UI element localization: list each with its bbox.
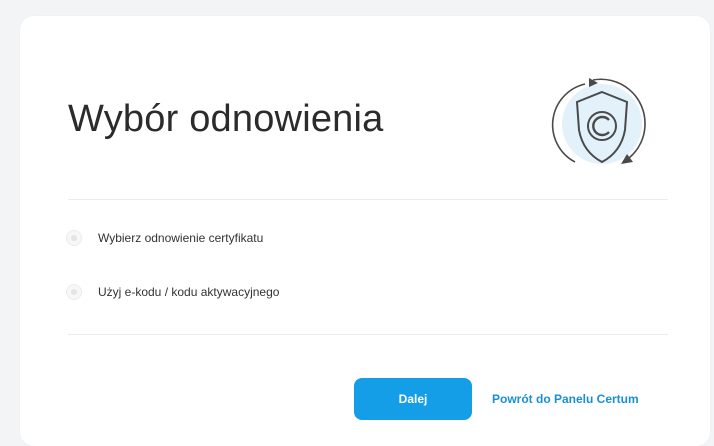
option-renew-certificate[interactable]: Wybierz odnowienie certyfikatu [66, 230, 263, 246]
option-label: Wybierz odnowienie certyfikatu [98, 231, 264, 245]
back-to-panel-link[interactable]: Powrót do Panelu Certum [492, 392, 639, 406]
radio-renew-certificate[interactable] [66, 230, 82, 246]
renewal-shield-icon [551, 78, 646, 164]
page-title: Wybór odnowienia [68, 98, 384, 140]
option-label: Użyj e-kodu / kodu aktywacyjnego [98, 285, 280, 299]
next-button[interactable]: Dalej [354, 378, 472, 420]
renewal-card: Wybór odnowienia Wybierz odnowienie cert… [20, 16, 710, 446]
top-divider [68, 199, 668, 200]
bottom-divider [68, 334, 668, 335]
option-use-ecode[interactable]: Użyj e-kodu / kodu aktywacyjnego [66, 284, 279, 300]
radio-use-ecode[interactable] [66, 284, 82, 300]
